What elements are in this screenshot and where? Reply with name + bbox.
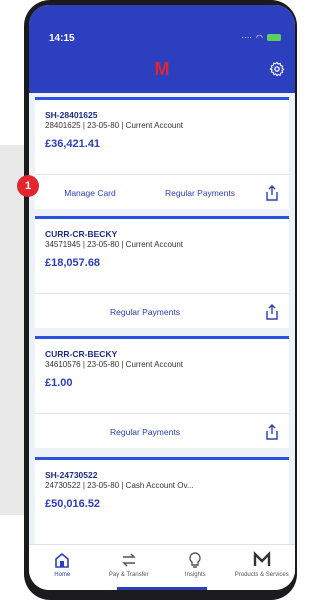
step-badge: 1 (17, 175, 39, 197)
transfer-icon (121, 553, 136, 567)
account-balance: £50,016.52 (45, 498, 101, 510)
card-actions: Manage Card Regular Payments (35, 174, 289, 210)
bottom-nav: Home Pay & Transfer Insights Products & … (29, 544, 295, 590)
regular-payments-button[interactable]: Regular Payments (145, 188, 255, 198)
account-name: CURR-CR-BECKY (45, 229, 118, 239)
nav-item-pay-transfer[interactable]: Pay & Transfer (96, 545, 163, 590)
wifi-icon: ◠ (256, 33, 263, 42)
nav-item-insights[interactable]: Insights (162, 545, 229, 590)
account-card[interactable]: CURR-CR-BECKY 34571945 | 23-05-80 | Curr… (35, 216, 289, 328)
phone-frame: 14:15 ···· ◠ M SH-28401625 28401625 | 23… (24, 0, 297, 600)
account-meta: 34610576 | 23-05-80 | Current Account (45, 360, 184, 369)
signal-icon: ···· (241, 33, 253, 42)
share-icon[interactable] (265, 423, 279, 440)
account-balance: £18,057.68 (45, 257, 101, 269)
account-meta: 28401625 | 23-05-80 | Current Account (45, 121, 184, 130)
battery-icon (267, 34, 281, 41)
account-balance: £36,421.41 (45, 138, 101, 150)
account-name: CURR-CR-BECKY (45, 349, 118, 359)
card-actions: Regular Payments (35, 293, 289, 329)
gear-icon[interactable] (269, 61, 285, 77)
nav-label: Insights (184, 572, 206, 578)
app-screen: 14:15 ···· ◠ M SH-28401625 28401625 | 23… (29, 5, 295, 590)
nav-item-home[interactable]: Home (29, 545, 96, 590)
account-name: SH-24730522 (45, 470, 98, 480)
nav-label: Pay & Transfer (108, 572, 149, 578)
status-icons: ···· ◠ (241, 33, 281, 42)
share-icon[interactable] (265, 184, 279, 201)
account-card[interactable]: CURR-CR-BECKY 34610576 | 23-05-80 | Curr… (35, 336, 289, 448)
status-time: 14:15 (49, 33, 75, 44)
home-icon (55, 552, 70, 568)
account-balance: £1.00 (45, 377, 73, 389)
card-actions: Regular Payments (35, 413, 289, 449)
nav-label: Products & Services (234, 572, 289, 578)
account-meta: 34571945 | 23-05-80 | Current Account (45, 240, 184, 249)
account-card[interactable]: SH-28401625 28401625 | 23-05-80 | Curren… (35, 97, 289, 209)
account-name: SH-28401625 (45, 110, 98, 120)
account-card[interactable]: SH-24730522 24730522 | 23-05-80 | Cash A… (35, 457, 289, 547)
bulb-icon (189, 552, 201, 568)
regular-payments-button[interactable]: Regular Payments (35, 427, 255, 437)
nav-item-products-services[interactable]: Products & Services (229, 545, 296, 590)
m-icon (253, 551, 270, 566)
brand-logo: M (154, 59, 170, 79)
app-header: 14:15 ···· ◠ M (29, 5, 295, 93)
home-indicator (117, 587, 207, 590)
share-icon[interactable] (265, 303, 279, 320)
account-meta: 24730522 | 23-05-80 | Cash Account Ov... (45, 481, 194, 490)
nav-label: Home (54, 572, 71, 578)
manage-card-button[interactable]: Manage Card (35, 188, 145, 198)
regular-payments-button[interactable]: Regular Payments (35, 307, 255, 317)
